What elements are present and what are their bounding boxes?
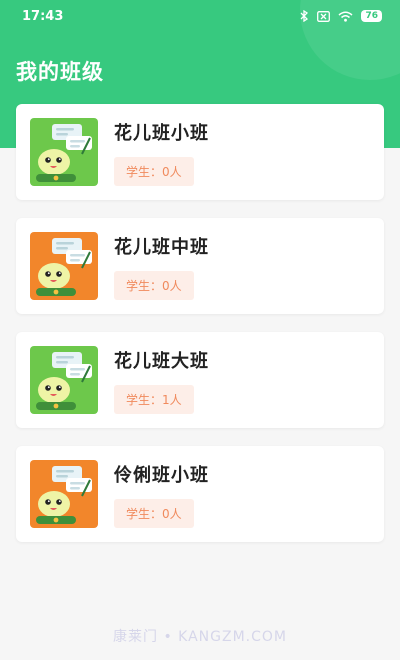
mascot-illustration [30,346,98,414]
mascot-illustration [30,118,98,186]
class-avatar [30,460,98,528]
class-info: 花儿班大班 学生：1人 [114,347,209,414]
status-icons: 76 [300,10,382,22]
class-avatar [30,232,98,300]
class-info: 花儿班小班 学生：0人 [114,119,209,186]
student-count-badge: 学生：0人 [114,498,194,528]
class-card[interactable]: 花儿班中班 学生：0人 [16,218,384,314]
class-name: 花儿班中班 [114,236,209,258]
class-info: 花儿班中班 学生：0人 [114,233,209,300]
battery-icon: 76 [361,10,382,22]
page-title: 我的班级 [16,60,104,84]
class-avatar [30,346,98,414]
class-name: 花儿班大班 [114,350,209,372]
student-count-badge: 学生：0人 [114,270,194,300]
class-info: 伶俐班小班 学生：0人 [114,461,209,528]
watermark: 康莱门 • KANGZM.COM [113,629,287,645]
class-card[interactable]: 花儿班小班 学生：0人 [16,104,384,200]
class-avatar [30,118,98,186]
class-card[interactable]: 伶俐班小班 学生：0人 [16,446,384,542]
status-bar: 17:43 76 [0,0,400,32]
student-count-badge: 学生：0人 [114,156,194,186]
sim-icon [317,10,331,22]
wifi-icon [338,11,353,22]
class-name: 伶俐班小班 [114,464,209,486]
student-count-badge: 学生：1人 [114,384,194,414]
mascot-illustration [30,232,98,300]
class-list: 花儿班小班 学生：0人 花儿班中班 学生：0人 花儿班大班 学生：1人 伶俐班小… [16,104,384,560]
class-name: 花儿班小班 [114,122,209,144]
status-time: 17:43 [22,8,64,24]
class-card[interactable]: 花儿班大班 学生：1人 [16,332,384,428]
bluetooth-icon [300,10,309,22]
mascot-illustration [30,460,98,528]
